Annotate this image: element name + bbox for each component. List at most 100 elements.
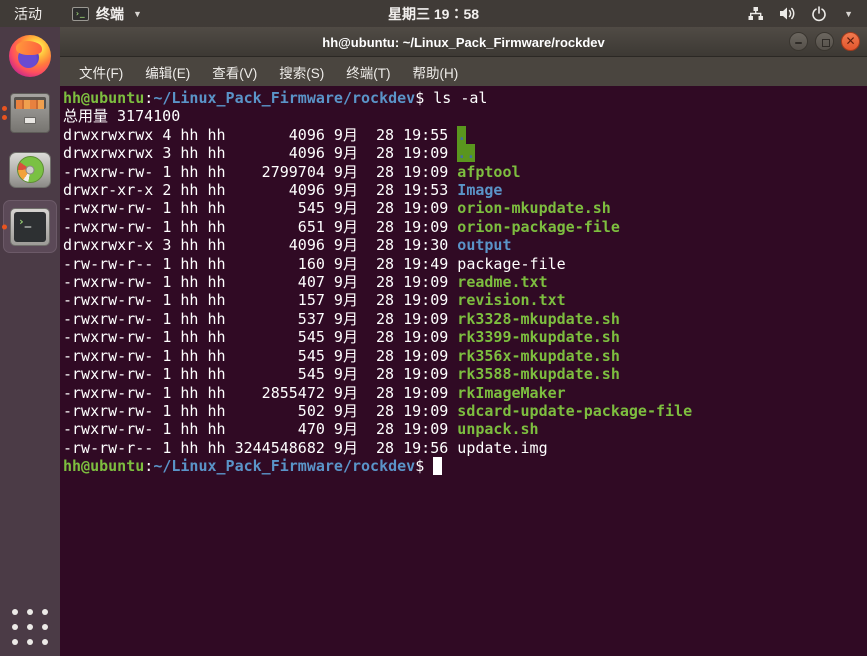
close-button[interactable]: ✕ — [841, 32, 860, 51]
app-menu-label: 终端 — [96, 4, 124, 24]
terminal-text-segment: -rwxrw-rw- 1 hh hh 407 9月 28 19:09 — [63, 273, 457, 291]
terminal-line: -rwxrw-rw- 1 hh hh 545 9月 28 19:09 rk356… — [63, 347, 867, 365]
app-menu-button[interactable]: ›_ 终端 ▼ — [72, 4, 142, 24]
firefox-icon — [9, 35, 51, 77]
terminal-line: -rwxrw-rw- 1 hh hh 2799704 9月 28 19:09 a… — [63, 163, 867, 181]
terminal-line: drwxrwxrwx 3 hh hh 4096 9月 28 19:09 .. — [63, 144, 867, 162]
terminal-line: drwxrwxr-x 3 hh hh 4096 9月 28 19:30 outp… — [63, 236, 867, 254]
terminal-screen[interactable]: hh@ubuntu:~/Linux_Pack_Firmware/rockdev$… — [60, 86, 867, 656]
terminal-text-segment: .. — [457, 144, 475, 162]
window-controls: ✕ — [789, 32, 860, 51]
menu-item[interactable]: 文件(F) — [68, 57, 134, 87]
menu-item[interactable]: 帮助(H) — [402, 57, 470, 87]
dock: ›_ — [0, 27, 60, 656]
system-status-area[interactable]: ▼ — [747, 6, 867, 22]
terminal-icon: ›_ — [10, 208, 50, 246]
terminal-line: hh@ubuntu:~/Linux_Pack_Firmware/rockdev$… — [63, 89, 867, 107]
maximize-button[interactable] — [815, 32, 834, 51]
terminal-line: hh@ubuntu:~/Linux_Pack_Firmware/rockdev$ — [63, 457, 867, 475]
terminal-text-segment: drwxrwxrwx 4 hh hh 4096 9月 28 19:55 — [63, 126, 457, 144]
dock-item-disk-usage[interactable] — [0, 141, 60, 198]
terminal-line: -rwxrw-rw- 1 hh hh 651 9月 28 19:09 orion… — [63, 218, 867, 236]
terminal-text-segment: sdcard-update-package-file — [457, 402, 692, 420]
terminal-line: -rwxrw-rw- 1 hh hh 545 9月 28 19:09 rk358… — [63, 365, 867, 383]
terminal-text-segment: unpack.sh — [457, 420, 538, 438]
terminal-text-segment: rk3399-mkupdate.sh — [457, 328, 620, 346]
terminal-line: -rwxrw-rw- 1 hh hh 407 9月 28 19:09 readm… — [63, 273, 867, 291]
terminal-text-segment: -rwxrw-rw- 1 hh hh 537 9月 28 19:09 — [63, 310, 457, 328]
terminal-text-segment: hh@ubuntu — [63, 457, 144, 475]
terminal-text-segment: -rwxrw-rw- 1 hh hh 545 9月 28 19:09 — [63, 328, 457, 346]
terminal-text-segment: $ — [415, 457, 433, 475]
terminal-window: hh@ubuntu: ~/Linux_Pack_Firmware/rockdev… — [60, 27, 867, 656]
terminal-text-segment: drwxrwxrwx 3 hh hh 4096 9月 28 19:09 — [63, 144, 457, 162]
menu-item[interactable]: 编辑(E) — [134, 57, 201, 87]
terminal-text-segment: hh@ubuntu — [63, 89, 144, 107]
terminal-line: -rwxrw-rw- 1 hh hh 502 9月 28 19:09 sdcar… — [63, 402, 867, 420]
dock-item-terminal[interactable]: ›_ — [0, 198, 60, 255]
dock-item-firefox[interactable] — [0, 27, 60, 84]
terminal-text-segment: -rwxrw-rw- 1 hh hh 2799704 9月 28 19:09 — [63, 163, 457, 181]
terminal-line: -rwxrw-rw- 1 hh hh 545 9月 28 19:09 rk339… — [63, 328, 867, 346]
terminal-line: -rwxrw-rw- 1 hh hh 2855472 9月 28 19:09 r… — [63, 384, 867, 402]
terminal-line: -rwxrw-rw- 1 hh hh 545 9月 28 19:09 orion… — [63, 199, 867, 217]
terminal-text-segment: $ ls -al — [415, 89, 487, 107]
terminal-text-segment: -rwxrw-rw- 1 hh hh 470 9月 28 19:09 — [63, 420, 457, 438]
show-applications-button[interactable] — [11, 608, 49, 646]
terminal-line: -rwxrw-rw- 1 hh hh 470 9月 28 19:09 unpac… — [63, 420, 867, 438]
title-bar[interactable]: hh@ubuntu: ~/Linux_Pack_Firmware/rockdev… — [60, 27, 867, 57]
terminal-text-segment: readme.txt — [457, 273, 547, 291]
clock[interactable]: 星期三 19∶58 — [388, 4, 479, 24]
dock-item-files[interactable] — [0, 84, 60, 141]
menu-bar: 文件(F)编辑(E)查看(V)搜索(S)终端(T)帮助(H) — [60, 57, 867, 86]
terminal-text-segment: -rwxrw-rw- 1 hh hh 157 9月 28 19:09 — [63, 291, 457, 309]
power-icon — [811, 6, 827, 22]
terminal-line: drwxrwxrwx 4 hh hh 4096 9月 28 19:55 . — [63, 126, 867, 144]
terminal-text-segment: update.img — [457, 439, 547, 457]
volume-icon — [779, 6, 796, 21]
terminal-text-segment: package-file — [457, 255, 565, 273]
terminal-text-segment: rkImageMaker — [457, 384, 565, 402]
menu-item[interactable]: 终端(T) — [335, 57, 401, 87]
terminal-text-segment: 总用量 3174100 — [63, 107, 180, 125]
terminal-text-segment: : — [144, 89, 153, 107]
terminal-line: -rw-rw-r-- 1 hh hh 3244548682 9月 28 19:5… — [63, 439, 867, 457]
running-indicator-dots — [2, 106, 7, 120]
minimize-button[interactable] — [789, 32, 808, 51]
terminal-text-segment: -rw-rw-r-- 1 hh hh 3244548682 9月 28 19:5… — [63, 439, 457, 457]
terminal-text-segment: -rwxrw-rw- 1 hh hh 545 9月 28 19:09 — [63, 347, 457, 365]
terminal-cursor — [433, 457, 442, 475]
network-wired-icon — [747, 6, 764, 21]
terminal-text-segment: Image — [457, 181, 502, 199]
window-title: hh@ubuntu: ~/Linux_Pack_Firmware/rockdev — [60, 27, 867, 57]
terminal-app-icon: ›_ — [72, 7, 89, 21]
disk-usage-icon — [9, 152, 51, 188]
terminal-text-segment: orion-package-file — [457, 218, 620, 236]
terminal-text-segment: ~/Linux_Pack_Firmware/rockdev — [153, 89, 415, 107]
menu-item[interactable]: 搜索(S) — [268, 57, 335, 87]
terminal-text-segment: rk356x-mkupdate.sh — [457, 347, 620, 365]
terminal-line: 总用量 3174100 — [63, 107, 867, 125]
terminal-text-segment: . — [457, 126, 466, 144]
terminal-text-segment: -rwxrw-rw- 1 hh hh 545 9月 28 19:09 — [63, 365, 457, 383]
terminal-text-segment: -rwxrw-rw- 1 hh hh 2855472 9月 28 19:09 — [63, 384, 457, 402]
activities-button[interactable]: 活动 — [0, 0, 56, 27]
terminal-text-segment: output — [457, 236, 511, 254]
terminal-text-segment: afptool — [457, 163, 520, 181]
terminal-line: -rw-rw-r-- 1 hh hh 160 9月 28 19:49 packa… — [63, 255, 867, 273]
top-bar: 活动 ›_ 终端 ▼ 星期三 19∶58 ▼ — [0, 0, 867, 27]
terminal-text-segment: rk3328-mkupdate.sh — [457, 310, 620, 328]
chevron-down-icon: ▼ — [133, 9, 142, 19]
terminal-text-segment: -rwxrw-rw- 1 hh hh 651 9月 28 19:09 — [63, 218, 457, 236]
terminal-line: -rwxrw-rw- 1 hh hh 537 9月 28 19:09 rk332… — [63, 310, 867, 328]
terminal-text-segment: rk3588-mkupdate.sh — [457, 365, 620, 383]
terminal-text-segment: drwxr-xr-x 2 hh hh 4096 9月 28 19:53 — [63, 181, 457, 199]
terminal-text-segment: -rw-rw-r-- 1 hh hh 160 9月 28 19:49 — [63, 255, 457, 273]
terminal-line: -rwxrw-rw- 1 hh hh 157 9月 28 19:09 revis… — [63, 291, 867, 309]
menu-item[interactable]: 查看(V) — [201, 57, 268, 87]
terminal-text-segment: revision.txt — [457, 291, 565, 309]
running-indicator-dots — [2, 224, 7, 229]
terminal-text-segment: drwxrwxr-x 3 hh hh 4096 9月 28 19:30 — [63, 236, 457, 254]
terminal-text-segment: -rwxrw-rw- 1 hh hh 545 9月 28 19:09 — [63, 199, 457, 217]
terminal-text-segment: ~/Linux_Pack_Firmware/rockdev — [153, 457, 415, 475]
